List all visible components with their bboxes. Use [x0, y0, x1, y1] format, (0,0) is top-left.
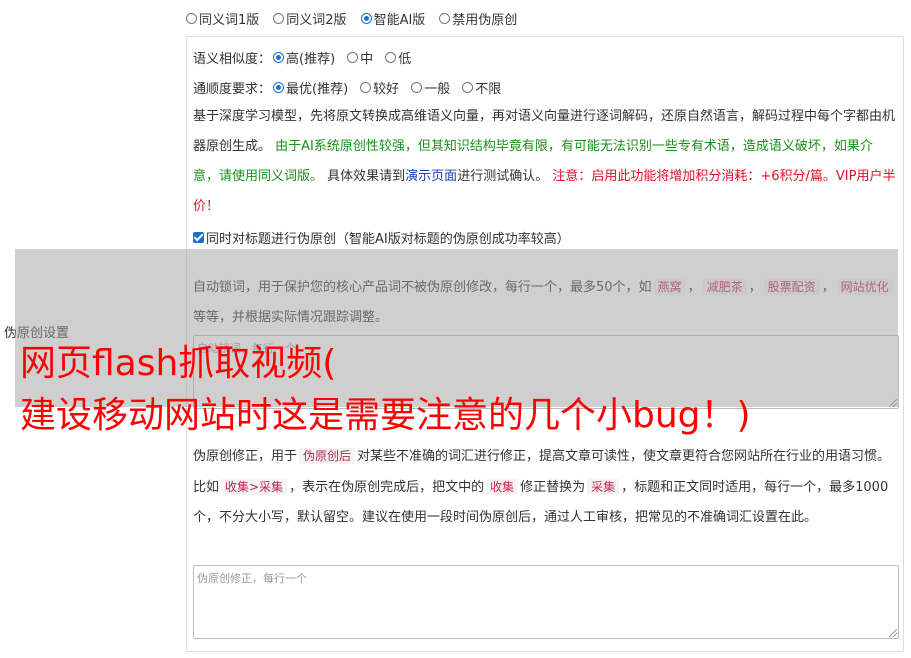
- radio-checked-icon[interactable]: [273, 52, 285, 63]
- similarity-option-medium[interactable]: 中: [347, 48, 373, 67]
- radio-checked-icon[interactable]: [273, 82, 285, 93]
- version-option-synonym-2[interactable]: 同义词2版: [273, 9, 347, 28]
- similarity-option-high[interactable]: 高(推荐): [273, 48, 335, 67]
- radio-icon[interactable]: [273, 13, 285, 24]
- option-label: 较好: [373, 82, 400, 97]
- radio-icon[interactable]: [347, 52, 359, 63]
- fluency-label: 通顺度要求：: [193, 82, 272, 97]
- correction-text: 伪原创修正，用于: [193, 449, 298, 464]
- version-option-label: 同义词2版: [286, 13, 347, 28]
- fluency-row: 通顺度要求： 最优(推荐) 较好 一般 不限: [193, 78, 501, 97]
- correction-tag: 伪原创后: [299, 448, 356, 464]
- fluency-option-any[interactable]: 不限: [462, 78, 501, 97]
- correction-placeholder: 伪原创修正，每行一个: [197, 572, 307, 585]
- version-radio-group: 同义词1版 同义词2版 智能AI版 禁用伪原创: [186, 9, 517, 28]
- correction-description: 伪原创修正，用于 伪原创后 对某些不准确的词汇进行修正，提高文章可读性，使文章更符合…: [193, 441, 898, 533]
- version-option-disable[interactable]: 禁用伪原创: [439, 9, 517, 28]
- radio-icon[interactable]: [186, 13, 197, 24]
- title-checkbox-row[interactable]: 同时对标题进行伪原创（智能AI版对标题的伪原创成功率较高）: [193, 228, 570, 247]
- option-label: 低: [398, 52, 412, 67]
- correction-text: 修正替换为: [520, 480, 586, 495]
- version-option-synonym-1[interactable]: 同义词1版: [186, 9, 259, 28]
- fluency-option-best[interactable]: 最优(推荐): [273, 78, 348, 97]
- title-checkbox-label: 同时对标题进行伪原创（智能AI版对标题的伪原创成功率较高）: [206, 232, 570, 247]
- option-label: 高(推荐): [286, 52, 336, 67]
- radio-icon[interactable]: [411, 82, 423, 93]
- description-text: 具体效果请到: [327, 169, 406, 184]
- similarity-option-low[interactable]: 低: [385, 48, 411, 67]
- correction-tag: 收集: [486, 479, 519, 495]
- radio-icon[interactable]: [385, 52, 397, 63]
- resize-handle-icon[interactable]: [889, 629, 897, 637]
- demo-page-link[interactable]: 演示页面: [405, 169, 457, 184]
- version-option-label: 同义词1版: [199, 13, 260, 28]
- option-label: 不限: [475, 82, 502, 97]
- caption-line-1: 网页flash抓取视频(: [20, 343, 337, 384]
- red-caption-overlay: 网页flash抓取视频( 建设移动网站时这是需要注意的几个小bug！): [20, 338, 751, 442]
- radio-icon[interactable]: [439, 13, 451, 24]
- version-option-label: 禁用伪原创: [452, 13, 518, 28]
- radio-checked-icon[interactable]: [360, 13, 372, 24]
- fluency-option-normal[interactable]: 一般: [411, 78, 450, 97]
- radio-icon[interactable]: [462, 82, 474, 93]
- correction-text: ，表示在伪原创完成后，把文中的: [289, 480, 485, 495]
- correction-tag: 收集>采集: [221, 479, 288, 495]
- radio-icon[interactable]: [360, 82, 372, 93]
- option-label: 一般: [424, 82, 451, 97]
- similarity-row: 语义相似度： 高(推荐) 中 低: [193, 48, 411, 67]
- version-option-label: 智能AI版: [373, 13, 426, 28]
- version-option-ai[interactable]: 智能AI版: [360, 9, 426, 28]
- ai-description: 基于深度学习模型，先将原文转换成高维语义向量，再对语义向量进行逐词解码，还原自然…: [193, 102, 898, 222]
- description-text: 进行测试确认。: [457, 169, 549, 184]
- option-label: 中: [360, 52, 374, 67]
- option-label: 最优(推荐): [286, 82, 349, 97]
- correction-textarea[interactable]: 伪原创修正，每行一个: [193, 565, 899, 639]
- caption-line-2: 建设移动网站时这是需要注意的几个小bug！): [20, 395, 751, 436]
- correction-tag: 采集: [587, 479, 620, 495]
- checkbox-checked-icon[interactable]: [193, 232, 204, 243]
- similarity-label: 语义相似度：: [193, 52, 272, 67]
- fluency-option-good[interactable]: 较好: [360, 78, 399, 97]
